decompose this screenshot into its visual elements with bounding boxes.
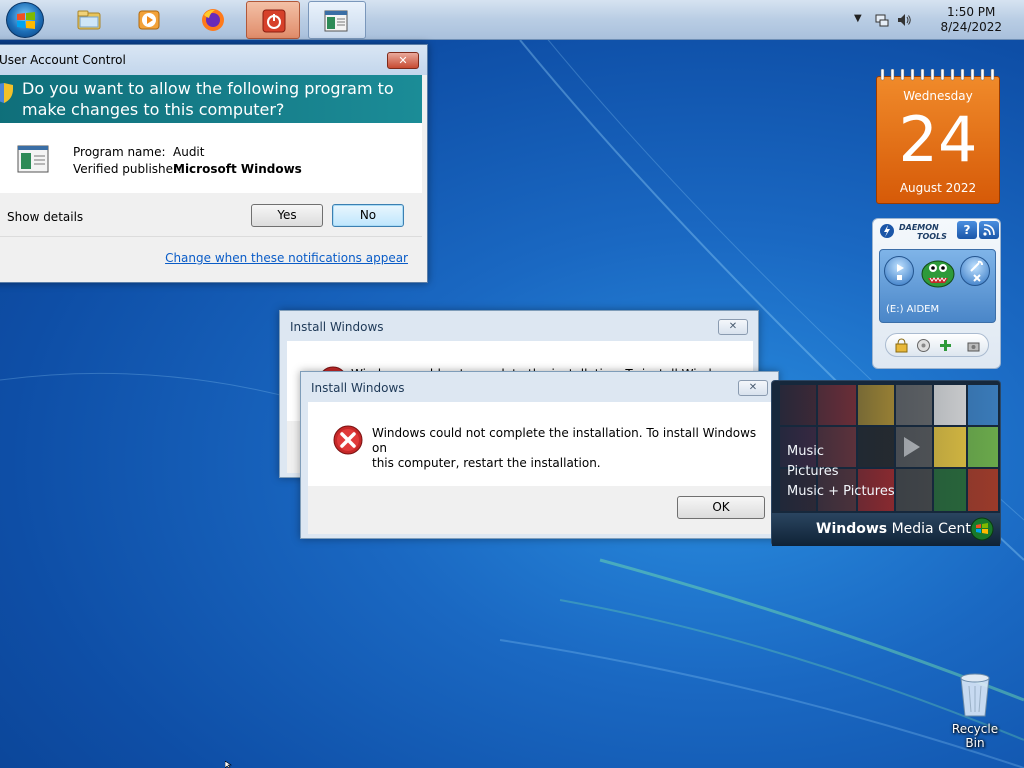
daemon-tools-gadget: DAEMON TOOLS ? (E:) AIDEM xyxy=(872,218,1001,369)
taskbar-audit-program[interactable] xyxy=(308,1,366,39)
media-player-icon xyxy=(138,10,160,30)
mouse-cursor-icon xyxy=(225,761,232,768)
clock-time: 1:50 PM xyxy=(947,5,996,19)
play-stop-icon xyxy=(897,264,904,280)
error-message-line-2: this computer, restart the installation. xyxy=(372,456,601,470)
wrench-close-icon xyxy=(970,260,983,282)
media-center-logo-icon xyxy=(970,517,994,541)
taskbar-power[interactable] xyxy=(246,1,300,39)
dialog-content: Windows could not complete the installat… xyxy=(308,402,773,486)
help-button[interactable]: ? xyxy=(957,221,977,239)
media-center-bar[interactable]: Windows Media Center xyxy=(772,513,1000,546)
media-item-music[interactable]: Music xyxy=(787,444,824,459)
rss-icon xyxy=(983,224,995,236)
show-details-toggle[interactable]: Show details xyxy=(7,210,83,224)
uac-title: User Account Control xyxy=(0,53,126,67)
taskbar-media-player[interactable] xyxy=(122,1,176,39)
error-message-line-1: Windows could not complete the installat… xyxy=(372,426,757,455)
recycle-bin-icon xyxy=(960,673,990,717)
media-item-pictures[interactable]: Pictures xyxy=(787,464,838,479)
windows-logo-icon xyxy=(17,12,35,29)
dialog-footer: OK xyxy=(308,486,773,534)
uac-actions: Show details Yes No Change when these no… xyxy=(0,193,422,281)
rss-button[interactable] xyxy=(979,221,999,239)
uac-program-info: Program name: Audit Verified publisher: … xyxy=(0,123,422,193)
dialog-title: Install Windows xyxy=(290,320,384,334)
divider xyxy=(0,236,422,237)
program-window-icon xyxy=(324,10,348,32)
dialog-close-button[interactable]: ✕ xyxy=(718,319,748,335)
program-name-label: Program name: xyxy=(73,145,166,159)
dialog-close-button[interactable]: ✕ xyxy=(738,380,768,396)
show-hidden-icons-icon[interactable]: ▼ xyxy=(854,13,862,24)
error-icon xyxy=(333,425,363,455)
start-button[interactable] xyxy=(6,2,44,38)
ok-button[interactable]: OK xyxy=(677,496,765,519)
taskbar-file-explorer[interactable] xyxy=(62,1,116,39)
lock-icon[interactable] xyxy=(894,338,909,353)
daemon-mascot-icon xyxy=(921,260,955,288)
taskbar: ▼ 1:50 PM 8/24/2022 xyxy=(0,0,1024,40)
settings-button[interactable] xyxy=(960,256,990,286)
recycle-bin[interactable]: Recycle Bin xyxy=(942,670,1008,750)
yes-button[interactable]: Yes xyxy=(251,204,323,227)
media-item-music-pictures[interactable]: Music + Pictures xyxy=(787,484,895,499)
program-icon xyxy=(17,145,49,173)
publisher-value: Microsoft Windows xyxy=(173,162,302,176)
publisher-label: Verified publisher: xyxy=(73,162,182,176)
uac-dialog: User Account Control ✕ Do you want to al… xyxy=(0,44,428,283)
uac-titlebar[interactable]: User Account Control ✕ xyxy=(0,45,427,75)
uac-close-button[interactable]: ✕ xyxy=(387,52,419,69)
program-name-value: Audit xyxy=(173,145,205,159)
media-center-title: Windows Media Center xyxy=(816,521,986,537)
image-catalog-icon[interactable] xyxy=(916,338,931,353)
clock-date: 8/24/2022 xyxy=(940,20,1002,34)
folder-icon xyxy=(77,10,101,30)
add-icon[interactable] xyxy=(938,338,953,353)
uac-banner: Do you want to allow the following progr… xyxy=(0,75,422,123)
uac-shield-icon xyxy=(0,83,13,103)
calendar-gadget[interactable]: Wednesday 24 August 2022 xyxy=(876,69,1000,204)
install-windows-dialog: Install Windows ✕ Windows could not comp… xyxy=(300,371,779,539)
daemon-drive-panel: (E:) AIDEM xyxy=(879,249,996,323)
calendar-rings xyxy=(880,69,995,81)
daemon-brand: DAEMON TOOLS xyxy=(899,223,947,241)
system-tray: ▼ 1:50 PM 8/24/2022 xyxy=(854,0,1024,40)
clock[interactable]: 1:50 PM 8/24/2022 xyxy=(940,5,1002,35)
dialog-title: Install Windows xyxy=(311,381,405,395)
error-message: Windows could not complete the installat… xyxy=(372,426,762,471)
calendar-weekday: Wednesday xyxy=(903,89,973,103)
notification-settings-link[interactable]: Change when these notifications appear xyxy=(165,251,408,265)
volume-icon[interactable] xyxy=(896,12,912,28)
taskbar-firefox[interactable] xyxy=(186,1,240,39)
drive-label: (E:) AIDEM xyxy=(886,304,940,315)
uac-question: Do you want to allow the following progr… xyxy=(22,79,394,119)
recycle-bin-label: Recycle Bin xyxy=(951,722,999,750)
daemon-logo-icon xyxy=(880,224,894,238)
calendar-month-year: August 2022 xyxy=(899,181,977,195)
calendar-day-number: 24 xyxy=(898,103,978,176)
no-button[interactable]: No xyxy=(332,204,404,227)
mount-play-button[interactable] xyxy=(884,256,914,286)
power-icon xyxy=(262,9,286,33)
firefox-icon xyxy=(202,9,224,31)
drive-icon[interactable] xyxy=(966,338,981,353)
network-icon[interactable] xyxy=(874,12,890,28)
media-center-gadget: Music Pictures Music + Pictures Windows … xyxy=(771,380,1001,546)
daemon-toolbar xyxy=(885,333,989,357)
